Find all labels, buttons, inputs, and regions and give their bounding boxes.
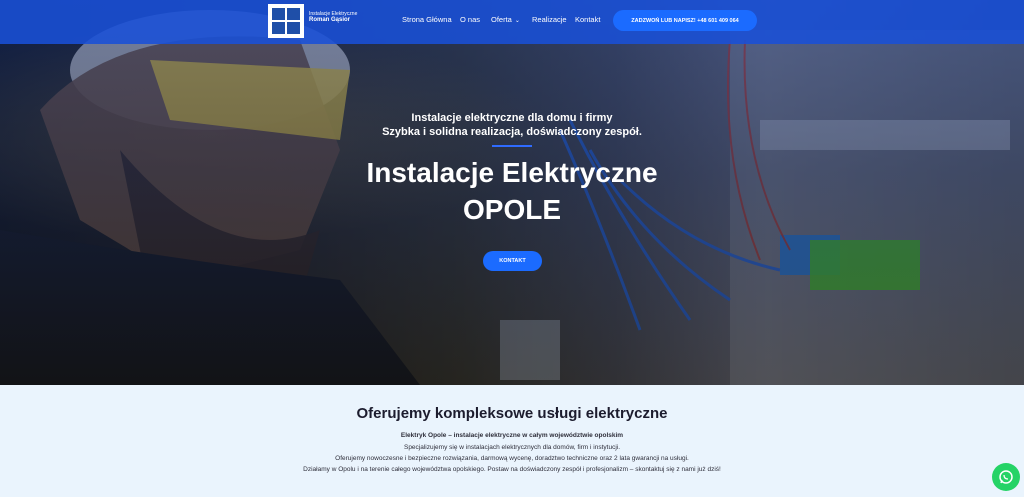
hero-divider	[492, 145, 532, 147]
hero-title-line-2: OPOLE	[462, 194, 561, 225]
hero-section	[0, 0, 1024, 385]
whatsapp-chat-button[interactable]	[992, 463, 1020, 491]
hero-subtitle-line-2: Szybka i solidna realizacja, doświadczon…	[382, 126, 642, 138]
nav-item-home[interactable]: Strona Główna	[402, 15, 452, 24]
nav-item-about[interactable]: O nas	[460, 15, 480, 24]
services-title: Oferujemy kompleksowe usługi elektryczne	[356, 405, 668, 422]
hero-overlay	[0, 0, 1024, 385]
chevron-down-icon: ⌄	[514, 18, 520, 24]
nav-item-offer[interactable]: Oferta ⌄	[491, 15, 520, 24]
services-text-3: Działamy w Opolu i na terenie całego woj…	[303, 466, 721, 473]
hero-contact-button[interactable]: KONTAKT	[483, 251, 542, 271]
services-text-1: Specjalizujemy się w instalacjach elektr…	[403, 444, 621, 451]
hero-subtitle-line-1: Instalacje elektryczne dla domu i firmy	[411, 112, 613, 124]
call-cta-button[interactable]: ZADZWOŃ LUB NAPISZ! +48 601 409 064	[613, 10, 757, 31]
whatsapp-icon	[999, 470, 1013, 484]
nav-item-contact[interactable]: Kontakt	[575, 15, 600, 24]
hero-title-line-1: Instalacje Elektryczne	[366, 157, 658, 188]
logo-line-2: Roman Gąsior	[309, 17, 351, 24]
services-headline: Elektryk Opole – instalacje elektryczne …	[400, 432, 624, 439]
services-text-2: Oferujemy nowoczesne i bezpieczne rozwią…	[335, 455, 689, 462]
nav-item-offer-label: Oferta	[491, 15, 512, 24]
logo-text[interactable]: Instalacje Elektryczne Roman Gąsior	[309, 11, 357, 24]
company-logo[interactable]	[268, 4, 304, 38]
nav-item-realizations[interactable]: Realizacje	[532, 15, 567, 24]
top-navbar: Instalacje Elektryczne Roman Gąsior Stro…	[0, 0, 1024, 44]
